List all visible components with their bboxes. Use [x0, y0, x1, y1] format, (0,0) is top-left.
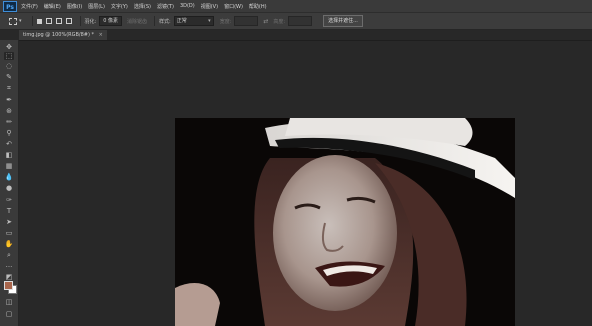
pen-tool-icon[interactable]: ✑ [4, 196, 14, 204]
chevron-down-icon[interactable]: ▾ [19, 18, 22, 24]
menu-3d[interactable]: 3D(D) [180, 3, 195, 9]
menu-filter[interactable]: 滤镜(T) [157, 3, 174, 10]
move-tool-icon[interactable]: ✥ [4, 43, 14, 51]
dodge-tool-icon[interactable]: ● [4, 184, 14, 192]
menu-window[interactable]: 窗口(W) [224, 3, 243, 10]
style-label: 样式: [159, 18, 171, 25]
feather-input[interactable]: 0 像素 [99, 16, 122, 26]
rectangular-marquee-tool-icon[interactable]: ⬚ [4, 52, 14, 60]
type-tool-icon[interactable]: T [4, 207, 14, 215]
crop-tool-icon[interactable]: ⌗ [4, 84, 14, 92]
spot-healing-tool-icon[interactable]: ⊛ [4, 107, 14, 115]
photoshop-logo-icon: Ps [3, 0, 17, 12]
close-icon[interactable]: × [99, 32, 103, 38]
document-tab-title: timg.jpg @ 100%(RGB/8#) * [23, 32, 95, 38]
menu-image[interactable]: 图像(I) [67, 3, 82, 10]
eyedropper-tool-icon[interactable]: ✒ [4, 96, 14, 104]
more-tools-icon[interactable]: ··· [4, 263, 14, 271]
new-selection-icon[interactable] [36, 18, 42, 24]
zoom-tool-icon[interactable]: ⌕ [4, 251, 14, 259]
menu-bar: Ps 文件(F) 编辑(E) 图像(I) 图层(L) 文字(Y) 选择(S) 滤… [0, 0, 592, 13]
menu-type[interactable]: 文字(Y) [111, 3, 128, 10]
subtract-from-selection-icon[interactable] [55, 18, 62, 24]
menu-edit[interactable]: 编辑(E) [44, 3, 61, 10]
antialias-checkbox[interactable]: 消除锯齿 [127, 18, 147, 25]
eraser-tool-icon[interactable]: ◧ [4, 151, 14, 159]
path-selection-tool-icon[interactable]: ➤ [4, 218, 14, 226]
blur-tool-icon[interactable]: 💧 [4, 173, 14, 181]
clone-stamp-tool-icon[interactable]: ⚲ [4, 129, 14, 137]
foreground-color-swatch[interactable] [4, 281, 13, 290]
history-brush-tool-icon[interactable]: ↶ [4, 140, 14, 148]
divider [31, 16, 33, 26]
gradient-tool-icon[interactable]: ▦ [4, 162, 14, 170]
select-and-mask-button[interactable]: 选择并遮住... [323, 15, 363, 27]
portrait-photo [175, 118, 515, 326]
document-canvas-image[interactable] [175, 118, 515, 326]
document-tab[interactable]: timg.jpg @ 100%(RGB/8#) * × [19, 30, 107, 40]
menu-layer[interactable]: 图层(L) [88, 3, 105, 10]
width-label: 宽度: [219, 18, 232, 25]
tools-panel: ✥ ⬚ ◌ ✎ ⌗ ✒ ⊛ ✏ ⚲ ↶ ◧ ▦ 💧 ● ✑ T ➤ ▭ ✋ ⌕ … [0, 40, 19, 326]
hand-tool-icon[interactable]: ✋ [4, 240, 14, 248]
lasso-tool-icon[interactable]: ◌ [4, 62, 14, 70]
marquee-preset-icon[interactable] [9, 17, 17, 25]
height-label: 高度: [273, 18, 286, 25]
menu-help[interactable]: 帮助(H) [249, 3, 267, 10]
photoshop-window: Ps 文件(F) 编辑(E) 图像(I) 图层(L) 文字(Y) 选择(S) 滤… [0, 0, 592, 326]
height-input[interactable] [288, 16, 313, 26]
options-bar: ▾ 羽化: 0 像素 消除锯齿 样式: 正常 宽度: ⇄ 高度: 选择并遮住..… [0, 13, 592, 30]
screen-mode-icon[interactable]: ▢ [4, 310, 14, 318]
style-select[interactable]: 正常 [173, 16, 214, 26]
menu-file[interactable]: 文件(F) [21, 3, 38, 10]
quick-selection-tool-icon[interactable]: ✎ [4, 73, 14, 81]
divider [154, 16, 155, 26]
divider [79, 16, 81, 26]
intersect-selection-icon[interactable] [65, 18, 72, 24]
width-input[interactable] [234, 16, 259, 26]
add-to-selection-icon[interactable] [45, 18, 52, 24]
menu-view[interactable]: 视图(V) [201, 3, 218, 10]
quick-mask-icon[interactable]: ◫ [4, 298, 14, 306]
reset-colors-icon[interactable]: ◩ [4, 273, 14, 281]
rectangle-tool-icon[interactable]: ▭ [4, 229, 14, 237]
feather-label: 羽化: [84, 18, 97, 25]
menu-select[interactable]: 选择(S) [134, 3, 151, 10]
document-tab-bar: timg.jpg @ 100%(RGB/8#) * × [0, 30, 592, 41]
swap-icon[interactable]: ⇄ [263, 18, 268, 25]
brush-tool-icon[interactable]: ✏ [4, 118, 14, 126]
